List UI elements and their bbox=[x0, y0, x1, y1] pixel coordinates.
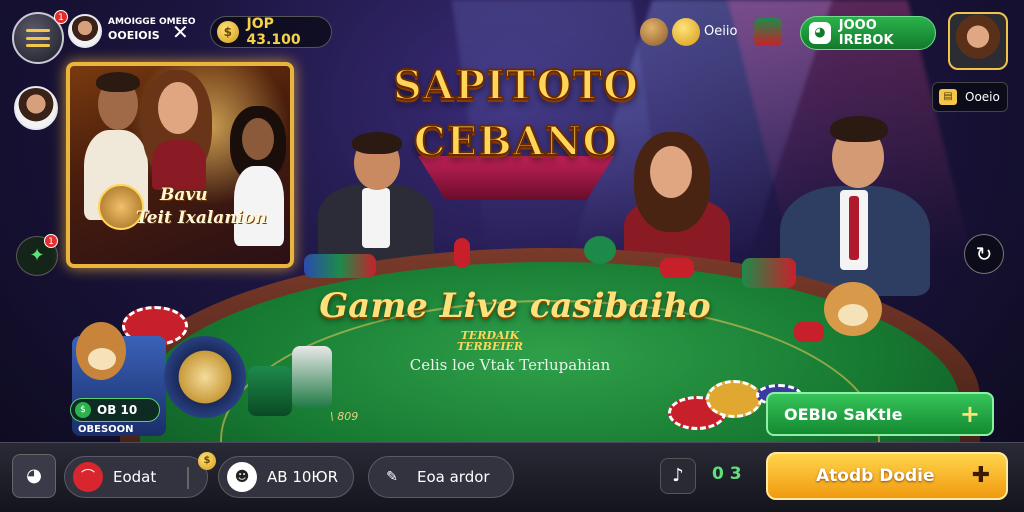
chip-balance-label: OBESOON bbox=[78, 424, 134, 435]
divider bbox=[187, 467, 189, 489]
dog-mascot-icon[interactable]: ◕ bbox=[12, 454, 56, 498]
dog-mascot-icon: ◕ bbox=[809, 22, 831, 44]
coin-balance[interactable]: $ JOP 43.100 bbox=[210, 16, 332, 48]
green-balance-button[interactable]: ◕ JOOO IREBOK bbox=[800, 16, 936, 50]
logo-line1: SAPITOTO bbox=[392, 61, 639, 110]
table-title: Game Live casibaiho bbox=[319, 286, 711, 326]
join-button-label: OEBIo SaKtIe bbox=[784, 404, 903, 424]
bottom-button-2-label: AB 10ЮR bbox=[267, 468, 339, 486]
poker-chip-stack bbox=[164, 336, 246, 418]
join-table-button[interactable]: OEBIo SaKtIe + bbox=[766, 392, 994, 436]
chip-red-icon: ⌒ bbox=[73, 462, 103, 492]
poker-chip-stack bbox=[660, 258, 694, 278]
poker-chip-stack bbox=[248, 366, 292, 416]
poker-chip-stack bbox=[584, 236, 616, 264]
player-avatar[interactable] bbox=[14, 86, 58, 130]
microphone-icon: ✎ bbox=[386, 469, 398, 485]
poker-chip-icon[interactable] bbox=[754, 18, 782, 46]
percent-value: 0 3 bbox=[712, 464, 742, 484]
refresh-icon[interactable]: ↻ bbox=[964, 234, 1004, 274]
bottom-button-2[interactable]: ☻ AB 10ЮR bbox=[218, 456, 354, 498]
chip-balance: $ OB 10 bbox=[70, 398, 160, 422]
table-description: Celis loe Vtak Terlupahian bbox=[409, 356, 611, 374]
bottom-button-1-label: Eodat bbox=[113, 468, 157, 486]
user-avatar[interactable] bbox=[68, 14, 102, 48]
profile-avatar[interactable] bbox=[948, 12, 1008, 70]
close-icon[interactable]: ✕ bbox=[172, 20, 189, 44]
play-button-label: Atodb Dodie bbox=[816, 466, 935, 486]
notification-badge: 1 bbox=[54, 10, 68, 24]
poker-chip-stack bbox=[304, 254, 376, 278]
table-number: \ 809 bbox=[330, 410, 359, 423]
coin-balance-value: JOP 43.100 bbox=[246, 16, 301, 48]
bottom-button-3[interactable]: ✎ Eoa ardor bbox=[368, 456, 514, 498]
gold-coin-icon[interactable] bbox=[672, 18, 700, 46]
bottom-button-1[interactable]: ⌒ Eodat bbox=[64, 456, 208, 498]
promo-card[interactable]: Bavu Teit Ixalanion bbox=[66, 62, 294, 268]
gold-coin-icon: $ bbox=[198, 452, 216, 470]
game-logo: SAPITOTO CEBANO bbox=[380, 60, 652, 200]
table-tagline: TERDAIK TERBEIER bbox=[390, 330, 590, 352]
promo-title-line2: Teit Ixalanion bbox=[136, 208, 267, 228]
music-note-icon[interactable]: ♪ bbox=[660, 458, 696, 494]
wallet-icon: ▤ bbox=[939, 89, 957, 105]
poker-chip-icon bbox=[706, 380, 762, 418]
plus-icon: ✚ bbox=[971, 463, 991, 488]
side-badge-label: Ooeio bbox=[965, 90, 1000, 104]
dollar-icon: $ bbox=[75, 402, 91, 418]
notification-badge: 1 bbox=[44, 234, 58, 248]
menu-icon bbox=[26, 29, 50, 47]
plus-icon: + bbox=[959, 400, 980, 428]
poker-chip-stack bbox=[794, 322, 824, 342]
green-pill-label: JOOO IREBOK bbox=[838, 18, 894, 48]
person-icon: ☻ bbox=[227, 462, 257, 492]
play-now-button[interactable]: Atodb Dodie ✚ bbox=[766, 452, 1008, 500]
currency-label: Oeiio bbox=[704, 24, 738, 39]
chip-balance-value: OB 10 bbox=[97, 403, 138, 417]
poker-chip-stack bbox=[292, 346, 332, 408]
cookie-icon[interactable] bbox=[640, 18, 668, 46]
table-tagline-line2: TERBEIER bbox=[456, 340, 524, 353]
poker-chip-stack bbox=[742, 258, 796, 288]
promo-title-line1: Bavu bbox=[160, 185, 208, 205]
bottom-button-3-label: Eoa ardor bbox=[417, 468, 490, 486]
gold-coin-icon: $ bbox=[217, 21, 239, 43]
side-badge[interactable]: ▤ Ooeio bbox=[932, 82, 1008, 112]
logo-line2: CEBANO bbox=[413, 117, 619, 166]
poker-chip-stack bbox=[454, 238, 470, 268]
